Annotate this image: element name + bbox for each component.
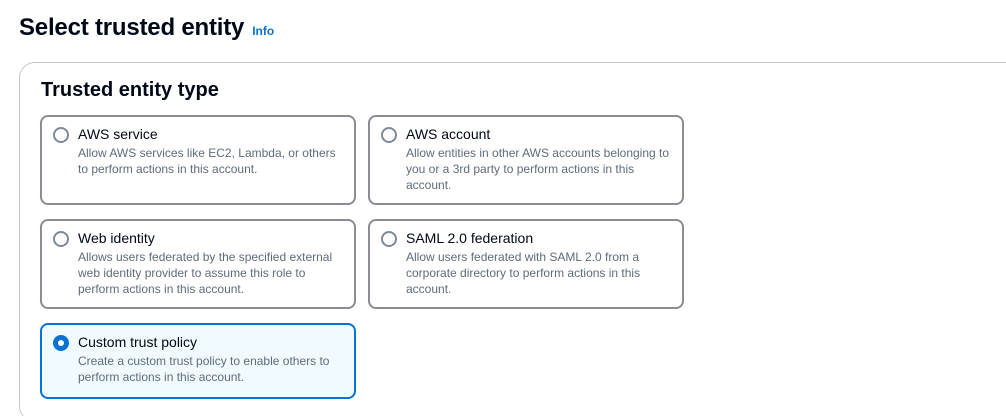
option-description: Allows users federated by the specified … [78, 250, 333, 296]
option-label: Web identity [78, 230, 155, 246]
option-web-identity[interactable]: Web identity Allows users federated by t… [40, 219, 356, 309]
radio-button[interactable] [381, 231, 397, 247]
option-aws-account[interactable]: AWS account Allow entities in other AWS … [368, 115, 684, 205]
radio-button[interactable] [53, 231, 69, 247]
option-aws-service[interactable]: AWS service Allow AWS services like EC2,… [40, 115, 356, 205]
option-label: SAML 2.0 federation [406, 230, 534, 246]
option-description: Allow entities in other AWS accounts bel… [406, 146, 670, 192]
radio-button-selected[interactable] [53, 335, 69, 351]
option-label: AWS account [406, 126, 491, 142]
option-description: Create a custom trust policy to enable o… [78, 354, 330, 384]
option-label: Custom trust policy [78, 334, 198, 350]
option-saml-federation[interactable]: SAML 2.0 federation Allow users federate… [368, 219, 684, 309]
option-description: Allow users federated with SAML 2.0 from… [406, 250, 641, 296]
option-description: Allow AWS services like EC2, Lambda, or … [78, 146, 336, 176]
info-link[interactable]: Info [252, 24, 274, 38]
section-title: Trusted entity type [41, 79, 219, 101]
radio-button[interactable] [381, 127, 397, 143]
radio-button[interactable] [53, 127, 69, 143]
page: Select trusted entity Info Trusted entit… [0, 0, 1006, 416]
option-label: AWS service [78, 126, 158, 142]
page-header: Select trusted entity Info [19, 14, 274, 42]
option-custom-trust-policy[interactable]: Custom trust policy Create a custom trus… [40, 323, 356, 399]
trusted-entity-type-container: Trusted entity type AWS service Allow AW… [19, 62, 1006, 416]
page-title: Select trusted entity [19, 14, 245, 41]
